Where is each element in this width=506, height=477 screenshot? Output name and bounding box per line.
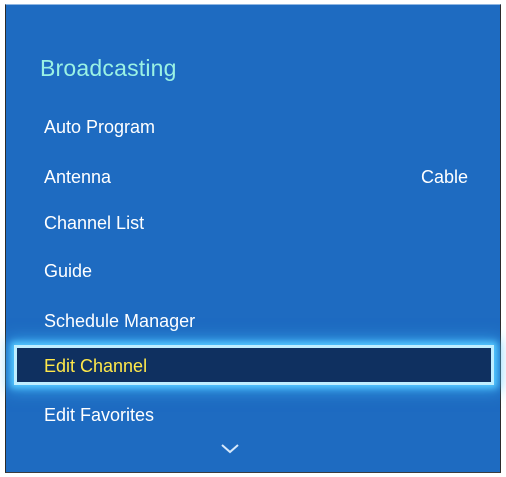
menu-item-antenna[interactable]: Antenna Cable (6, 158, 502, 196)
menu-item-label: Auto Program (44, 117, 156, 137)
menu-item-auto-program[interactable]: Auto Program (6, 108, 502, 146)
menu-item-channel-list[interactable]: Channel List (6, 204, 502, 242)
menu-title: Broadcasting (40, 55, 177, 81)
menu-item-guide[interactable]: Guide (6, 252, 502, 290)
broadcasting-menu-panel: Broadcasting Auto Program Antenna Cable … (5, 4, 501, 473)
menu-item-label: Edit Channel (44, 356, 148, 376)
menu-item-schedule-manager[interactable]: Schedule Manager (6, 302, 502, 340)
menu-item-label: Edit Favorites (44, 405, 155, 425)
menu-item-label: Antenna (44, 167, 112, 187)
menu-item-edit-channel[interactable]: Edit Channel (14, 345, 494, 385)
menu-item-label: Channel List (44, 213, 145, 233)
antenna-value: Cable (420, 167, 468, 187)
menu-item-label: Guide (44, 261, 93, 281)
chevron-down-icon[interactable] (219, 442, 241, 456)
menu-item-label: Schedule Manager (44, 311, 196, 331)
menu-item-edit-favorites[interactable]: Edit Favorites (6, 396, 502, 434)
